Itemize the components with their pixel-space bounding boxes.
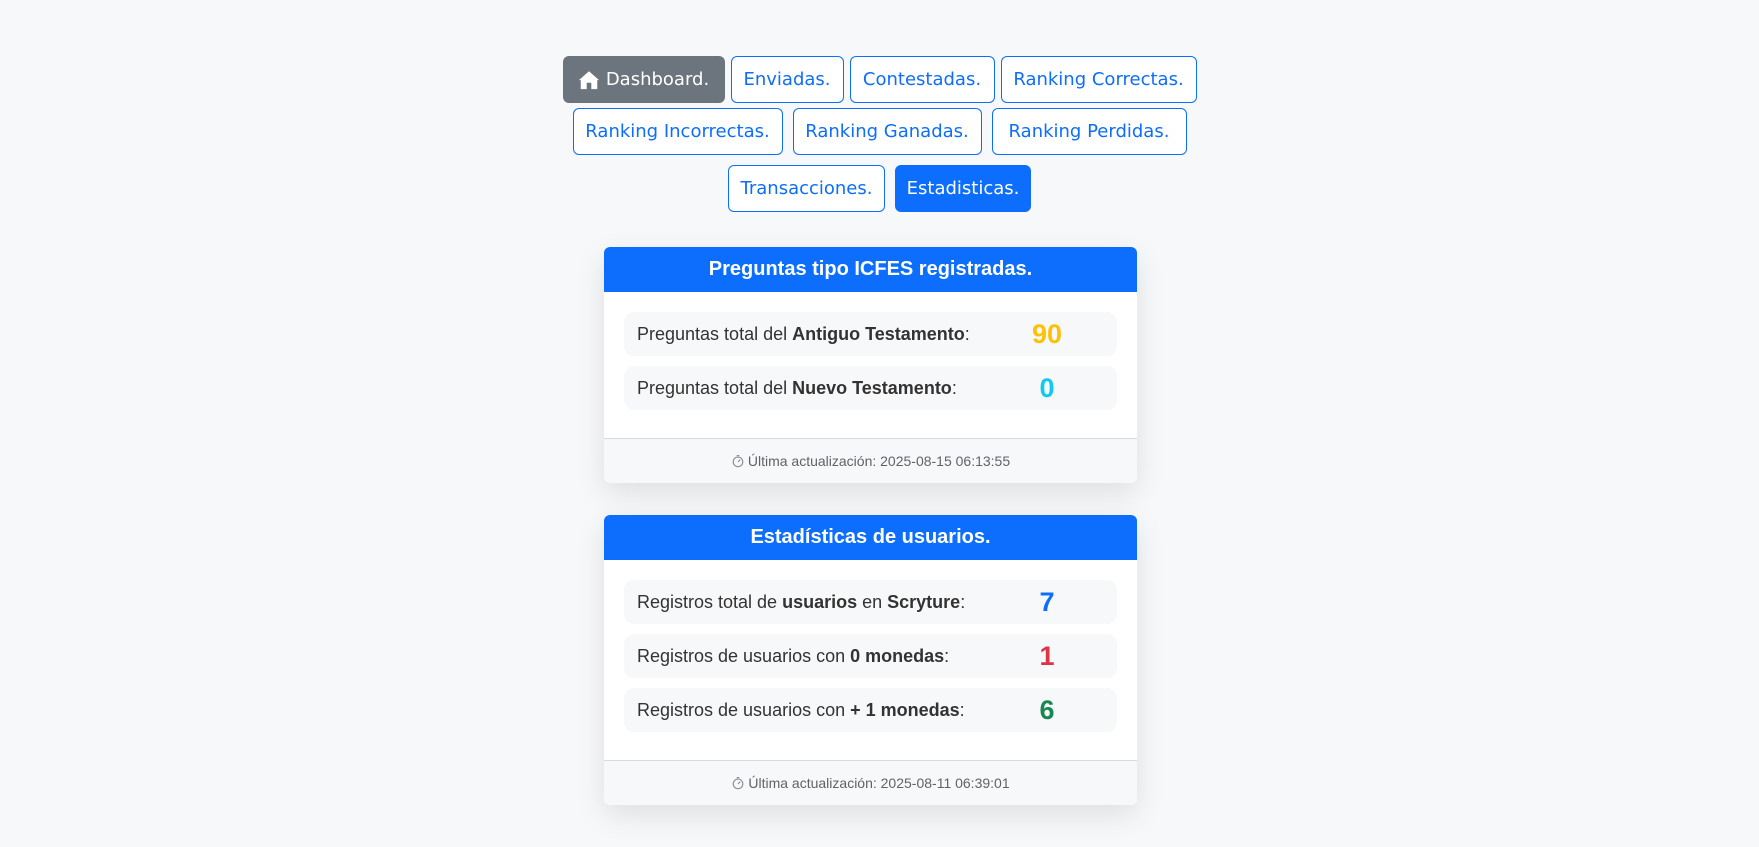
- estadisticas-button[interactable]: Estadisticas.: [895, 165, 1031, 212]
- transacciones-button[interactable]: Transacciones.: [728, 165, 885, 212]
- stat-value-antiguo-testamento: 90: [1031, 318, 1063, 349]
- nav-row-1: Dashboard. Enviadas. Contestadas. Rankin…: [0, 56, 1759, 103]
- preguntas-card-body: Preguntas total del Antiguo Testamento: …: [604, 292, 1137, 438]
- stat-value-usuarios-1-monedas: 6: [1039, 694, 1055, 725]
- home-icon: [578, 69, 600, 91]
- stat-row-usuarios-0-monedas: Registros de usuarios con 0 monedas: 1: [624, 634, 1117, 678]
- stopwatch-icon: [731, 454, 745, 468]
- nav-row-3: Transacciones. Estadisticas.: [0, 165, 1759, 212]
- stopwatch-icon: [731, 776, 745, 790]
- nav-row-2: Ranking Incorrectas. Ranking Ganadas. Ra…: [0, 108, 1759, 155]
- usuarios-card-footer: Última actualización: 2025-08-11 06:39:0…: [604, 760, 1137, 805]
- stat-row-antiguo-testamento: Preguntas total del Antiguo Testamento: …: [624, 312, 1117, 356]
- preguntas-card: Preguntas tipo ICFES registradas. Pregun…: [604, 247, 1137, 483]
- usuarios-card: Estadísticas de usuarios. Registros tota…: [604, 515, 1137, 805]
- stat-row-usuarios-1-monedas: Registros de usuarios con + 1 monedas: 6: [624, 688, 1117, 732]
- contestadas-button[interactable]: Contestadas.: [849, 56, 995, 103]
- main-nav: Dashboard. Enviadas. Contestadas. Rankin…: [0, 56, 1759, 217]
- ranking-incorrectas-button[interactable]: Ranking Incorrectas.: [572, 108, 783, 155]
- usuarios-card-title: Estadísticas de usuarios.: [604, 515, 1137, 560]
- enviadas-button[interactable]: Enviadas.: [730, 56, 844, 103]
- stat-row-total-usuarios: Registros total de usuarios en Scryture:…: [624, 580, 1117, 624]
- stat-value-nuevo-testamento: 0: [1039, 372, 1055, 403]
- preguntas-card-title: Preguntas tipo ICFES registradas.: [604, 247, 1137, 292]
- stat-row-nuevo-testamento: Preguntas total del Nuevo Testamento: 0: [624, 366, 1117, 410]
- last-updated-text: Última actualización: 2025-08-11 06:39:0…: [748, 775, 1010, 791]
- stat-value-usuarios-0-monedas: 1: [1039, 640, 1055, 671]
- ranking-correctas-button[interactable]: Ranking Correctas.: [1000, 56, 1197, 103]
- preguntas-card-footer: Última actualización: 2025-08-15 06:13:5…: [604, 438, 1137, 483]
- last-updated-text: Última actualización: 2025-08-15 06:13:5…: [747, 453, 1011, 469]
- dashboard-button-label: Dashboard.: [605, 69, 710, 90]
- usuarios-card-body: Registros total de usuarios en Scryture:…: [604, 560, 1137, 760]
- stat-value-total-usuarios: 7: [1039, 586, 1055, 617]
- ranking-ganadas-button[interactable]: Ranking Ganadas.: [792, 108, 982, 155]
- dashboard-button[interactable]: Dashboard.: [562, 56, 725, 103]
- ranking-perdidas-button[interactable]: Ranking Perdidas.: [991, 108, 1187, 155]
